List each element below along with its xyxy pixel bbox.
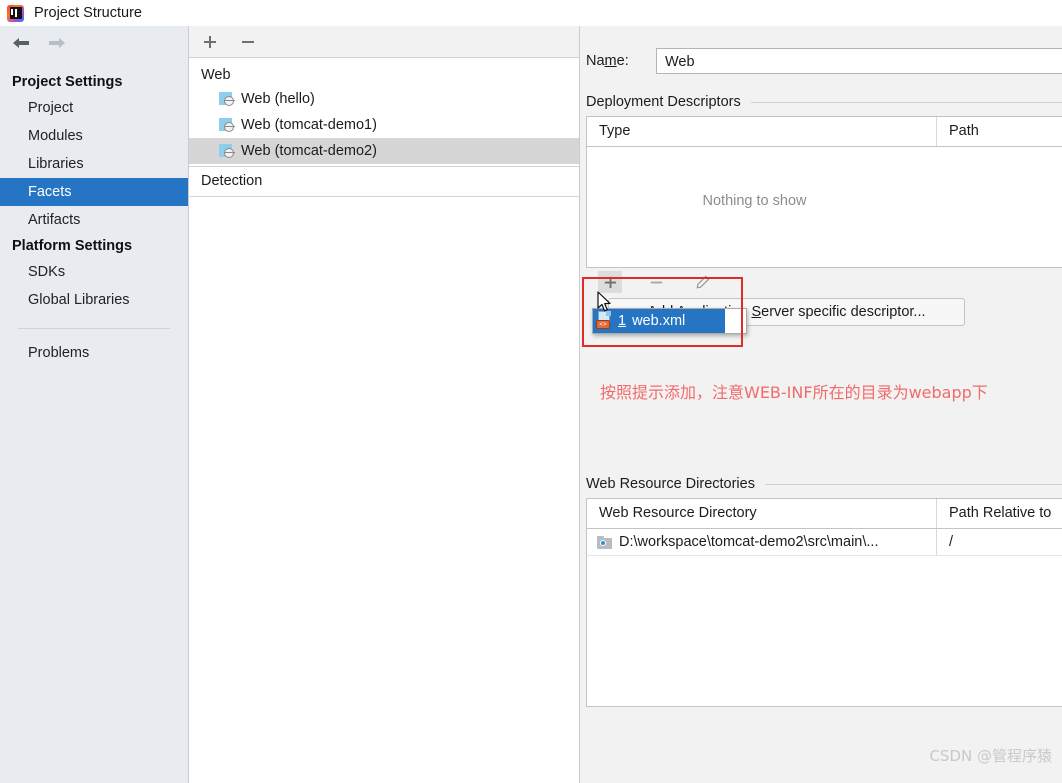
tree-item-label: Web (tomcat-demo1) — [241, 117, 377, 133]
tree-section-detection[interactable]: Detection — [189, 167, 579, 192]
sidebar-item-facets[interactable]: Facets — [0, 178, 188, 206]
section-divider — [751, 102, 1062, 103]
add-descriptor-button[interactable] — [598, 271, 622, 293]
chinese-annotation-note: 按照提示添加，注意WEB-INF所在的目录为webapp下 — [600, 379, 988, 403]
column-header-web-resource-directory[interactable]: Web Resource Directory — [587, 499, 937, 528]
back-arrow-icon[interactable] — [10, 34, 32, 52]
facets-toolbar — [189, 26, 579, 58]
xml-badge: <> — [596, 320, 610, 329]
tree-root-web[interactable]: Web — [189, 64, 579, 86]
project-structure-window: Project Structure Project Settings Proje… — [0, 0, 1062, 783]
web-facet-icon — [219, 117, 235, 133]
menu-item-number: 1 — [618, 313, 626, 329]
name-row: Name: Web — [586, 46, 1062, 76]
sidebar-group-platform-settings: Platform Settings — [0, 234, 188, 258]
resource-directory-path: D:\workspace\tomcat-demo2\src\main\... — [619, 534, 878, 550]
facet-detail-panel: Name: Web Deployment Descriptors Type Pa… — [580, 26, 1062, 783]
title-bar: Project Structure — [0, 0, 1062, 27]
sidebar-item-project[interactable]: Project — [0, 94, 188, 122]
column-header-path[interactable]: Path — [937, 117, 1062, 146]
sidebar-item-sdks[interactable]: SDKs — [0, 258, 188, 286]
facets-tree-panel: Web Web (hello) Web (tomcat-demo1) Web (… — [189, 26, 580, 783]
section-divider-2 — [765, 484, 1062, 485]
sidebar-item-modules[interactable]: Modules — [0, 122, 188, 150]
tree-row[interactable]: Web (tomcat-demo1) — [189, 112, 579, 138]
web-resource-directories-table: Web Resource Directory Path Relative to … — [586, 498, 1062, 707]
menu-item-label: web.xml — [632, 313, 685, 329]
facets-tree: Web Web (hello) Web (tomcat-demo1) Web (… — [189, 58, 579, 197]
sidebar-item-global-libraries[interactable]: Global Libraries — [0, 286, 188, 314]
sidebar-item-artifacts[interactable]: Artifacts — [0, 206, 188, 234]
table-row[interactable]: D:\workspace\tomcat-demo2\src\main\... / — [587, 529, 1062, 556]
mouse-cursor-icon — [597, 291, 613, 318]
column-header-type[interactable]: Type — [587, 117, 937, 146]
intellij-idea-icon — [7, 5, 24, 22]
resource-table-body — [587, 556, 1062, 706]
web-resource-directories-section-header: Web Resource Directories — [586, 476, 1062, 492]
deployment-descriptors-section-header: Deployment Descriptors — [586, 94, 1062, 110]
tree-row[interactable]: Web (hello) — [189, 86, 579, 112]
name-label: Name: — [586, 53, 656, 69]
sidebar-item-libraries[interactable]: Libraries — [0, 150, 188, 178]
csdn-watermark: CSDN @管程序猿 — [929, 745, 1052, 766]
sidebar-nav — [0, 26, 188, 60]
resource-relative-path: / — [937, 534, 1062, 550]
tree-item-label: Web (hello) — [241, 91, 315, 107]
empty-state-text: Nothing to show — [587, 193, 1062, 209]
web-facet-icon — [219, 143, 235, 159]
sidebar-list: Project Settings Project Modules Librari… — [0, 60, 188, 367]
table-empty-body: Nothing to show — [587, 147, 1062, 267]
descriptor-toolbar — [586, 268, 1062, 296]
tree-item-label: Web (tomcat-demo2) — [241, 143, 377, 159]
tree-divider-2 — [189, 196, 579, 197]
add-facet-button[interactable] — [199, 31, 221, 53]
column-header-path-relative-to[interactable]: Path Relative to — [937, 499, 1062, 528]
sidebar-group-project-settings: Project Settings — [0, 70, 188, 94]
table-header: Type Path — [587, 117, 1062, 147]
web-resource-directories-title: Web Resource Directories — [586, 476, 755, 492]
remove-facet-button[interactable] — [237, 31, 259, 53]
table-header: Web Resource Directory Path Relative to — [587, 499, 1062, 529]
sidebar-divider — [18, 328, 170, 329]
folder-icon — [597, 536, 612, 549]
resource-directory-cell: D:\workspace\tomcat-demo2\src\main\... — [587, 529, 937, 555]
edit-descriptor-pencil-icon[interactable] — [690, 271, 714, 293]
remove-descriptor-button[interactable] — [644, 271, 668, 293]
forward-arrow-icon — [46, 34, 68, 52]
web-facet-icon — [219, 91, 235, 107]
settings-sidebar: Project Settings Project Modules Librari… — [0, 26, 189, 783]
deployment-descriptors-table: Type Path Nothing to show — [586, 116, 1062, 268]
sidebar-item-problems[interactable]: Problems — [0, 339, 188, 367]
deployment-descriptors-title: Deployment Descriptors — [586, 94, 741, 110]
window-title: Project Structure — [34, 5, 142, 21]
name-input[interactable]: Web — [656, 48, 1062, 74]
tree-row[interactable]: Web (tomcat-demo2) — [189, 138, 579, 164]
descriptor-popup-menu: <> 1 web.xml — [592, 308, 747, 334]
